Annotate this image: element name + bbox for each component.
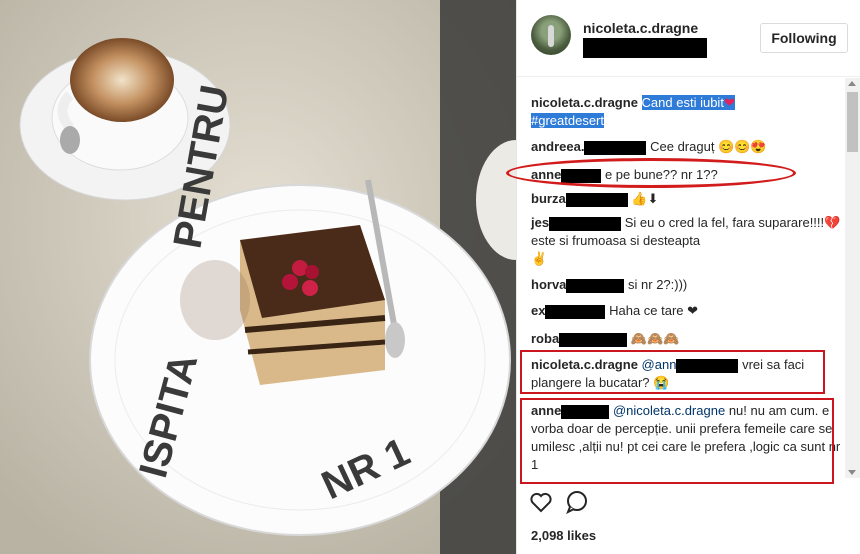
comment-username[interactable]: roba: [531, 331, 559, 346]
scroll-thumb[interactable]: [847, 92, 858, 152]
caption-username[interactable]: nicoleta.c.dragne: [531, 95, 638, 110]
like-count[interactable]: 2,098 likes: [531, 528, 596, 543]
hashtag-link[interactable]: #greatdesert: [531, 113, 604, 128]
heart-outline-icon[interactable]: [529, 490, 553, 514]
comment-item: horva si nr 2?:))): [531, 277, 688, 293]
comment-item: ex Haha ce tare ❤: [531, 303, 699, 319]
caption: nicoleta.c.dragne Cand esti iubit❤ #grea…: [531, 94, 847, 130]
scroll-up-icon[interactable]: [848, 81, 856, 86]
comment-bubble-icon[interactable]: [565, 490, 589, 514]
highlight-ellipse: [506, 158, 796, 188]
comment-username[interactable]: burza: [531, 191, 566, 206]
comment-username[interactable]: andreea.: [531, 139, 584, 154]
scroll-down-icon[interactable]: [848, 470, 856, 475]
scrollbar[interactable]: [845, 78, 860, 478]
highlight-box: [520, 398, 834, 484]
redaction-bar: [583, 38, 707, 58]
comment-username[interactable]: jes: [531, 215, 549, 230]
dessert-photo-svg: PENTRU ISPITA NR 1: [0, 0, 516, 554]
following-button[interactable]: Following: [760, 23, 848, 53]
post-photo: PENTRU ISPITA NR 1: [0, 0, 516, 554]
comment-item: jes Si eu o cred la fel, fara suparare!!…: [531, 215, 841, 266]
post-header: nicoleta.c.dragne Following: [517, 0, 860, 77]
highlight-box: [520, 350, 825, 394]
comment-item: burza 👍⬇: [531, 191, 659, 207]
username-link[interactable]: nicoleta.c.dragne: [583, 20, 698, 36]
heart-emoji: ❤: [723, 95, 735, 110]
avatar[interactable]: [531, 15, 571, 55]
comment-item: roba 🙈🙈🙈: [531, 331, 680, 347]
comment-username[interactable]: ex: [531, 303, 545, 318]
comment-item: andreea. Cee draguț 😊😊😍: [531, 139, 767, 155]
comment-username[interactable]: horva: [531, 277, 566, 292]
caption-text: Cand esti iubit: [641, 95, 724, 110]
